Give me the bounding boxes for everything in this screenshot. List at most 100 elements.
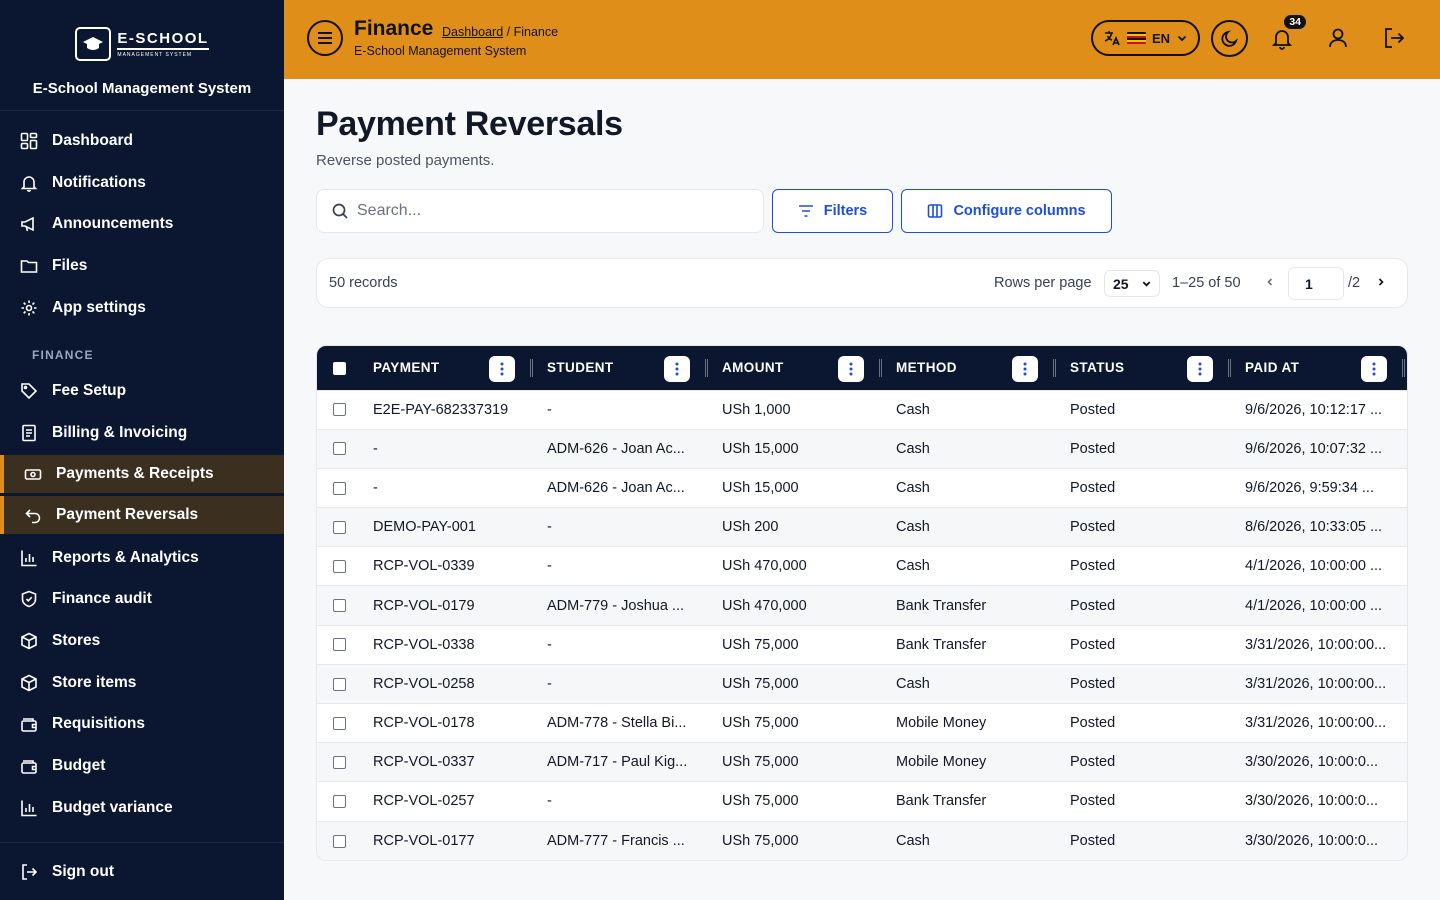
row-checkbox[interactable] [333, 442, 346, 456]
column-menu-button[interactable] [664, 356, 690, 382]
student-cell: - [537, 781, 712, 822]
column-resize-handle[interactable] [1053, 359, 1056, 377]
payment-cell: E2E-PAY-682337319 [363, 389, 537, 430]
configure-columns-button[interactable]: Configure columns [901, 189, 1112, 233]
previous-page-button[interactable] [1261, 273, 1279, 296]
logo-sub: MANAGEMENT SYSTEM [117, 52, 193, 58]
row-checkbox[interactable] [333, 677, 346, 691]
table-row[interactable]: E2E-PAY-682337319- USh 1,000 Cash Posted 9/6… [317, 389, 1407, 430]
sidebar-item-notifications[interactable]: Notifications [0, 162, 284, 204]
next-page-button[interactable] [1372, 273, 1390, 296]
logout-button[interactable] [1380, 24, 1408, 52]
language-selector[interactable]: EN [1091, 20, 1200, 56]
row-checkbox[interactable] [333, 599, 346, 613]
payment-cell: DEMO-PAY-001 [363, 507, 537, 547]
method-cell: Bank Transfer [886, 585, 1060, 626]
breadcrumb-dashboard-link[interactable]: Dashboard [442, 25, 503, 39]
table-row[interactable]: RCP-VOL-0339- USh 470,000 Cash Posted 4/1/20… [317, 546, 1407, 586]
search-input[interactable] [357, 202, 737, 220]
student-cell: ADM-626 - Joan Ac... [537, 467, 712, 508]
table-row[interactable]: RCP-VOL-0177 ADM-777 - Francis ... USh 75,… [317, 820, 1407, 861]
column-resize-handle[interactable] [530, 359, 533, 377]
sidebar-item-app-settings[interactable]: App settings [0, 287, 284, 329]
filter-icon [798, 205, 813, 217]
row-select-cell [317, 820, 363, 861]
table-row[interactable]: RCP-VOL-0338- USh 75,000 Bank Transfer Post… [317, 624, 1407, 665]
row-checkbox[interactable] [333, 716, 346, 730]
breadcrumb: Dashboard / Finance [442, 25, 558, 39]
column-resize-handle[interactable] [705, 359, 708, 377]
page-title: Payment Reversals [316, 105, 623, 143]
student-cell: - [537, 624, 712, 665]
page-number-input[interactable]: 1 [1288, 267, 1344, 300]
rows-per-page-select[interactable]: 25 [1104, 270, 1160, 297]
paid-at-cell: 9/6/2026, 10:12:17 ... [1235, 389, 1407, 430]
table-row[interactable]: RCP-VOL-0258- USh 75,000 Cash Posted 3/31/20… [317, 663, 1407, 704]
sidebar-item-budget-variance[interactable]: Budget variance [0, 787, 284, 829]
row-checkbox[interactable] [333, 403, 346, 417]
sidebar-item-label: Finance audit [52, 590, 152, 608]
filters-button[interactable]: Filters [772, 189, 893, 233]
top-header: Finance Dashboard / Finance E-School Man… [284, 0, 1440, 79]
bell-icon [1271, 30, 1293, 50]
column-resize-handle[interactable] [879, 359, 882, 377]
notifications-button[interactable]: 34 [1268, 15, 1306, 52]
sidebar-item-finance-audit[interactable]: Finance audit [0, 579, 284, 621]
column-resize-handle[interactable] [1402, 359, 1405, 377]
row-checkbox[interactable] [333, 560, 346, 574]
profile-button[interactable] [1324, 24, 1352, 52]
row-checkbox[interactable] [333, 755, 346, 769]
column-menu-button[interactable] [838, 356, 864, 382]
column-menu-button[interactable] [1187, 356, 1213, 382]
paid-at-cell: 3/31/2026, 10:00:00... [1235, 663, 1407, 704]
column-header-amount[interactable]: AMOUNT [712, 346, 886, 390]
column-header-status[interactable]: STATUS [1060, 346, 1235, 390]
row-checkbox[interactable] [333, 795, 346, 809]
status-cell: Posted [1060, 467, 1235, 508]
row-checkbox[interactable] [333, 481, 346, 495]
method-cell: Cash [886, 507, 1060, 547]
row-checkbox[interactable] [333, 520, 346, 534]
table-row[interactable]: - ADM-626 - Joan Ac... USh 15,000 Cash Poste… [317, 467, 1407, 508]
menu-toggle-button[interactable] [307, 20, 343, 56]
column-menu-button[interactable] [1361, 356, 1387, 382]
column-header-student[interactable]: STUDENT [537, 346, 712, 390]
sidebar-item-announcements[interactable]: Announcements [0, 203, 284, 245]
column-menu-button[interactable] [1012, 356, 1038, 382]
sidebar-item-billing-invoicing[interactable]: Billing & Invoicing [0, 412, 284, 454]
rows-per-page-label: Rows per page [994, 275, 1092, 291]
table-row[interactable]: RCP-VOL-0257- USh 75,000 Bank Transfer Post… [317, 781, 1407, 822]
column-resize-handle[interactable] [1228, 359, 1231, 377]
table-row[interactable]: RCP-VOL-0337 ADM-717 - Paul Kig... USh 75,… [317, 742, 1407, 782]
column-menu-button[interactable] [489, 356, 515, 382]
sidebar-item-payments-receipts[interactable]: Payments & Receipts [0, 454, 284, 493]
table-row[interactable]: DEMO-PAY-001- USh 200 Cash Posted 8/6/2026, … [317, 507, 1407, 547]
column-header-label: AMOUNT [722, 360, 784, 376]
theme-toggle-button[interactable] [1211, 20, 1248, 57]
sidebar-item-reports-analytics[interactable]: Reports & Analytics [0, 537, 284, 579]
column-header-paid-at[interactable]: PAID AT [1235, 346, 1407, 390]
more-vertical-icon [675, 362, 679, 376]
column-header-payment[interactable]: PAYMENT [363, 346, 537, 390]
main-content: Payment Reversals Reverse posted payment… [316, 79, 1408, 862]
select-all-checkbox[interactable] [333, 362, 346, 376]
row-checkbox[interactable] [333, 834, 346, 848]
sidebar-item-payment-reversals[interactable]: Payment Reversals [0, 495, 284, 534]
column-header-method[interactable]: METHOD [886, 346, 1060, 390]
sidebar-item-dashboard[interactable]: Dashboard [0, 120, 284, 162]
row-select-cell [317, 585, 363, 626]
sidebar-item-store-items[interactable]: Store items [0, 662, 284, 704]
sidebar-item-budget[interactable]: Budget [0, 745, 284, 787]
sidebar-item-fee-setup[interactable]: Fee Setup [0, 370, 284, 412]
sidebar-item-files[interactable]: Files [0, 245, 284, 287]
row-checkbox[interactable] [333, 638, 346, 652]
sidebar-item-stores[interactable]: Stores [0, 620, 284, 662]
amount-cell: USh 75,000 [712, 742, 886, 782]
sidebar-item-requisitions[interactable]: Requisitions [0, 704, 284, 746]
payment-cell: RCP-VOL-0339 [363, 546, 537, 586]
row-select-cell [317, 467, 363, 508]
table-row[interactable]: RCP-VOL-0178 ADM-778 - Stella Bi... USh 75… [317, 702, 1407, 743]
table-row[interactable]: RCP-VOL-0179 ADM-779 - Joshua ... USh 470,… [317, 585, 1407, 626]
sign-out-button[interactable]: Sign out [0, 842, 284, 900]
table-row[interactable]: - ADM-626 - Joan Ac... USh 15,000 Cash Poste… [317, 428, 1407, 469]
